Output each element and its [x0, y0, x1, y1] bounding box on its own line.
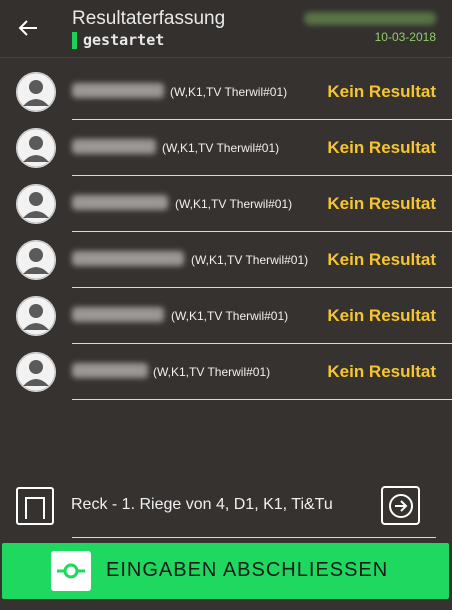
back-button[interactable] — [14, 14, 42, 42]
athlete-row[interactable]: (W,K1,TV Therwil#01) Kein Resultat — [0, 64, 452, 120]
athlete-club: (W,K1,TV Therwil#01) — [171, 309, 289, 323]
competition-name-redacted — [304, 12, 436, 25]
status-label: gestartet — [72, 31, 164, 49]
arrow-right-circle-icon — [388, 493, 413, 518]
competition-date: 10-03-2018 — [374, 30, 436, 44]
person-avatar-icon — [16, 128, 56, 168]
athlete-row[interactable]: (W,K1,TV Therwil#01) Kein Resultat — [0, 176, 452, 232]
finish-button-label: EINGABEN ABSCHLIESSEN — [106, 559, 389, 581]
person-avatar-icon — [16, 240, 56, 280]
athlete-club: (W,K1,TV Therwil#01) — [191, 253, 309, 267]
app-header: Resultaterfassung gestartet 10-03-2018 — [0, 0, 452, 58]
person-avatar-icon — [16, 184, 56, 224]
athlete-row[interactable]: (W,K1,TV Therwil#01) Kein Resultat — [0, 288, 452, 344]
apparatus-frame-icon — [16, 487, 54, 525]
athlete-result: Kein Resultat — [327, 362, 436, 381]
row-divider — [72, 399, 452, 400]
athlete-club: (W,K1,TV Therwil#01) — [162, 141, 280, 155]
person-avatar-icon — [16, 296, 56, 336]
athlete-row[interactable]: (W,K1,TV Therwil#01) Kein Resultat — [0, 120, 452, 176]
arrow-left-icon — [18, 20, 37, 36]
athlete-name-redacted — [72, 195, 168, 210]
athlete-club: (W,K1,TV Therwil#01) — [170, 85, 288, 99]
page-title: Resultaterfassung — [72, 8, 226, 29]
person-avatar-icon — [16, 72, 56, 112]
athlete-club: (W,K1,TV Therwil#01) — [175, 197, 293, 211]
athlete-result: Kein Resultat — [327, 138, 436, 157]
apparatus-label: Reck - 1. Riege von 4, D1, K1, Ti&Tu — [71, 496, 333, 513]
athlete-result: Kein Resultat — [327, 250, 436, 269]
athlete-name-redacted — [72, 251, 184, 266]
athlete-result: Kein Resultat — [327, 194, 436, 213]
athlete-name-redacted — [72, 139, 156, 154]
athlete-result: Kein Resultat — [327, 82, 436, 101]
footer-divider — [72, 537, 436, 538]
athlete-name-redacted — [72, 363, 148, 378]
athlete-list: (W,K1,TV Therwil#01) Kein Resultat (W,K1… — [0, 64, 452, 400]
athlete-name-redacted — [72, 307, 164, 322]
athlete-name-redacted — [72, 83, 164, 98]
athlete-row[interactable]: (W,K1,TV Therwil#01) Kein Resultat — [0, 344, 452, 400]
person-avatar-icon — [16, 352, 56, 392]
athlete-row[interactable]: (W,K1,TV Therwil#01) Kein Resultat — [0, 232, 452, 288]
finish-input-button[interactable]: EINGABEN ABSCHLIESSEN — [2, 543, 449, 599]
athlete-result: Kein Resultat — [327, 306, 436, 325]
athlete-club: (W,K1,TV Therwil#01) — [153, 365, 271, 379]
next-riege-button[interactable] — [381, 486, 420, 525]
check-switch-icon — [51, 551, 91, 591]
apparatus-bar: Reck - 1. Riege von 4, D1, K1, Ti&Tu — [0, 484, 452, 540]
